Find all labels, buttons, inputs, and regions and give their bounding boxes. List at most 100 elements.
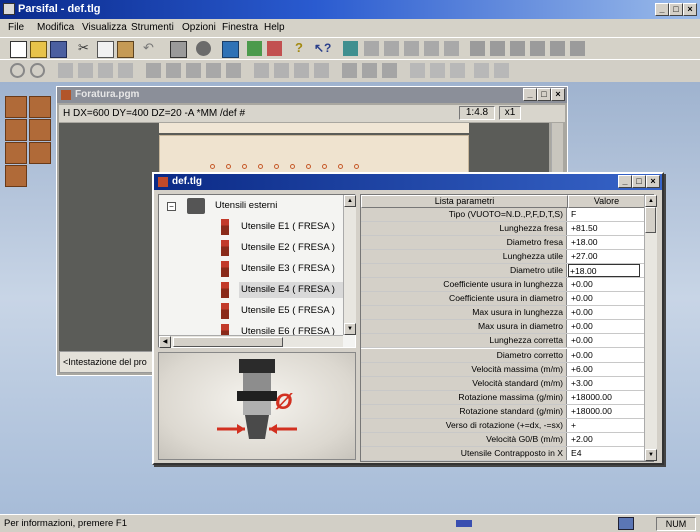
parameter-value[interactable]: +0.00 <box>569 349 593 362</box>
zoom-out-icon[interactable] <box>30 63 45 78</box>
view-icon-5[interactable] <box>146 63 161 78</box>
tree-item[interactable]: Utensile E2 ( FRESA ) <box>159 238 349 258</box>
parameter-row[interactable]: Diametro utile +18.00 <box>361 264 645 279</box>
parameter-row[interactable]: Coefficiente usura in lunghezza +0.00 <box>361 278 645 293</box>
cad-tool-icon-11[interactable] <box>550 41 565 56</box>
parameter-value[interactable]: +0.00 <box>569 306 593 319</box>
parameter-row[interactable]: Lunghezza corretta +0.00 <box>361 334 645 349</box>
view-icon-2[interactable] <box>78 63 93 78</box>
scroll-thumb[interactable] <box>645 207 656 233</box>
parameter-value[interactable]: +18.00 <box>568 264 640 278</box>
cut-icon[interactable]: ✂ <box>78 41 93 56</box>
align-icon-1[interactable] <box>342 63 357 78</box>
view-icon-10[interactable] <box>254 63 269 78</box>
scroll-thumb[interactable] <box>173 337 283 347</box>
align-icon-6[interactable] <box>450 63 465 78</box>
parameter-row[interactable]: Max usura in lunghezza +0.00 <box>361 306 645 321</box>
tree-vertical-scrollbar[interactable]: ▲ ▼ <box>343 195 356 335</box>
parameter-row[interactable]: Utensile Contrapposto in X E4 <box>361 446 645 461</box>
undo-icon[interactable]: ↶ <box>143 41 158 56</box>
parameter-row[interactable]: Lunghezza fresa +81.50 <box>361 222 645 237</box>
paste-icon[interactable] <box>117 41 134 58</box>
parameter-value[interactable]: F <box>569 208 576 221</box>
tool-palette-icon-4[interactable] <box>29 119 51 141</box>
parameter-value[interactable]: +0.00 <box>569 292 593 305</box>
cad-tool-icon-4[interactable] <box>404 41 419 56</box>
maximize-button[interactable]: □ <box>669 3 683 16</box>
settings-icon[interactable] <box>196 41 211 56</box>
align-icon-4[interactable] <box>410 63 425 78</box>
menu-strumenti[interactable]: Strumenti <box>131 22 174 33</box>
menu-modifica[interactable]: Modifica <box>37 22 74 33</box>
menu-finestra[interactable]: Finestra <box>222 22 258 33</box>
parameter-value[interactable]: +6.00 <box>569 363 593 376</box>
view-icon-6[interactable] <box>166 63 181 78</box>
print-icon[interactable] <box>170 41 187 58</box>
foratura-close-button[interactable]: × <box>551 88 565 101</box>
tree-root-label[interactable]: Utensili esterni <box>215 200 277 211</box>
parameter-row[interactable]: Verso di rotazione (+=dx, -=sx) + <box>361 418 645 433</box>
scroll-up-button[interactable]: ▲ <box>344 195 356 207</box>
def-close-button[interactable]: × <box>646 175 660 188</box>
tree-item[interactable]: Utensile E3 ( FRESA ) <box>159 259 349 279</box>
def-minimize-button[interactable]: _ <box>618 175 632 188</box>
parameter-row[interactable]: Rotazione standard (g/min) +18000.00 <box>361 404 645 419</box>
parameter-row[interactable]: Velocità standard (m/m) +3.00 <box>361 376 645 391</box>
grid-vertical-scrollbar[interactable]: ▲ ▼ <box>644 195 657 461</box>
parameter-row[interactable]: Velocità G0/B (m/m) +2.00 <box>361 432 645 447</box>
view-icon-4[interactable] <box>118 63 133 78</box>
view-icon-8[interactable] <box>206 63 221 78</box>
tree-item[interactable]: Utensile E1 ( FRESA ) <box>159 217 349 237</box>
tool-palette-icon-7[interactable] <box>5 165 27 187</box>
cad-tool-icon-5[interactable] <box>424 41 439 56</box>
parameter-value[interactable]: +18.00 <box>569 236 598 249</box>
foratura-minimize-button[interactable]: _ <box>523 88 537 101</box>
tool-palette-icon-3[interactable] <box>5 119 27 141</box>
parameter-row[interactable]: Lunghezza utile +27.00 <box>361 250 645 265</box>
parameter-value[interactable]: +81.50 <box>569 222 598 235</box>
scroll-up-button[interactable]: ▲ <box>645 195 657 207</box>
tool-palette-icon-2[interactable] <box>29 96 51 118</box>
view-icon-7[interactable] <box>186 63 201 78</box>
tool-green-icon[interactable] <box>247 41 262 56</box>
align-icon-3[interactable] <box>382 63 397 78</box>
help-question-icon[interactable]: ? <box>295 41 310 56</box>
command-line[interactable]: H DX=600 DY=400 DZ=20 -A *MM /def # <box>63 108 245 119</box>
cad-tool-icon-6[interactable] <box>444 41 459 56</box>
menu-visualizza[interactable]: Visualizza <box>82 22 127 33</box>
cad-tool-icon-9[interactable] <box>510 41 525 56</box>
parameter-value[interactable]: E4 <box>569 447 582 460</box>
align-icon-8[interactable] <box>494 63 509 78</box>
monitor-icon[interactable] <box>222 41 239 58</box>
view-icon-9[interactable] <box>226 63 241 78</box>
minimize-button[interactable]: _ <box>655 3 669 16</box>
align-icon-5[interactable] <box>430 63 445 78</box>
tool-tree[interactable]: − Utensili esterni Utensile E1 ( FRESA )… <box>158 194 356 348</box>
cad-tool-icon-12[interactable] <box>570 41 585 56</box>
parameter-value[interactable]: +18000.00 <box>569 391 612 404</box>
copy-icon[interactable] <box>97 41 114 58</box>
parameter-row[interactable]: Tipo (VUOTO=N.D.,P,F,D,T,S) F <box>361 208 645 223</box>
tree-horizontal-scrollbar[interactable]: ◀ <box>159 335 343 348</box>
cad-tool-icon-8[interactable] <box>490 41 505 56</box>
collapse-icon[interactable]: − <box>167 202 176 211</box>
parameter-row[interactable]: Max usura in diametro +0.00 <box>361 320 645 335</box>
parameter-row[interactable]: Diametro corretto +0.00 <box>361 348 645 363</box>
cad-tool-icon-3[interactable] <box>384 41 399 56</box>
tool-red-icon[interactable] <box>267 41 282 56</box>
align-icon-2[interactable] <box>362 63 377 78</box>
parameter-value[interactable]: +0.00 <box>569 278 593 291</box>
context-help-icon[interactable]: ↖? <box>314 41 331 56</box>
tree-item[interactable]: Utensile E5 ( FRESA ) <box>159 301 349 321</box>
parameter-row[interactable]: Diametro fresa +18.00 <box>361 236 645 251</box>
foratura-maximize-button[interactable]: □ <box>537 88 551 101</box>
parameter-row[interactable]: Rotazione massima (g/min) +18000.00 <box>361 390 645 405</box>
tool-palette-icon-5[interactable] <box>5 142 27 164</box>
parameter-value[interactable]: +0.00 <box>569 320 593 333</box>
new-icon[interactable] <box>10 41 27 58</box>
scroll-down-button[interactable]: ▼ <box>645 449 657 461</box>
save-icon[interactable] <box>50 41 67 58</box>
view-icon-12[interactable] <box>294 63 309 78</box>
cad-tool-icon-10[interactable] <box>530 41 545 56</box>
parameter-value[interactable]: +2.00 <box>569 433 593 446</box>
